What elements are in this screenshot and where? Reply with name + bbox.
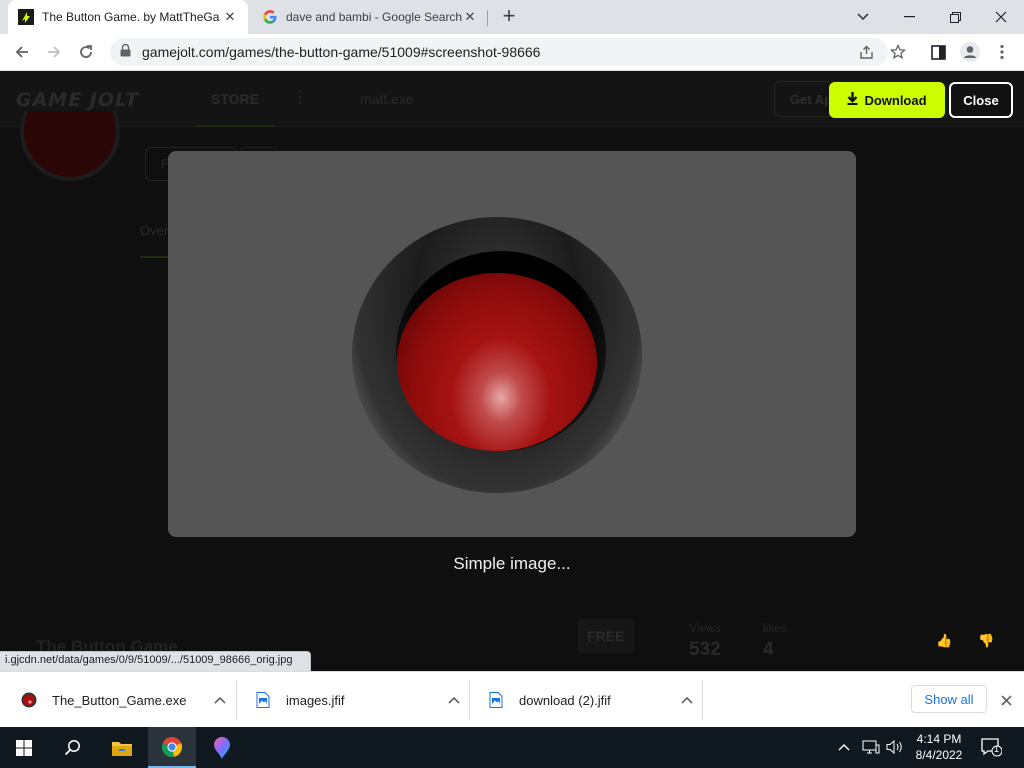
chevron-up-icon[interactable] [442,693,466,707]
site-search-input[interactable]: matt.exe [360,91,414,107]
red-button-app-icon [20,691,38,709]
url-text: gamejolt.com/games/the-button-game/51009… [142,44,541,60]
share-icon[interactable] [856,42,876,62]
volume-icon[interactable] [886,739,904,758]
address-bar[interactable]: gamejolt.com/games/the-button-game/51009… [110,38,888,66]
divider [236,680,237,720]
taskbar-search-icon[interactable] [48,727,96,768]
google-favicon-icon [262,9,278,25]
forward-arrow-icon[interactable] [42,40,66,64]
back-arrow-icon[interactable] [10,40,34,64]
clock-time: 4:14 PM [916,732,962,746]
chrome-taskbar-icon[interactable] [148,727,196,768]
close-tab-icon[interactable]: ✕ [222,9,238,25]
network-icon[interactable] [862,739,880,758]
browser-tab-strip: The Button Game. by MattTheGa ✕ dave and… [0,0,1024,34]
browser-menu-kebab-icon[interactable] [990,40,1014,64]
tab-google-search[interactable]: dave and bambi - Google Search ✕ [252,0,488,34]
views-value: 532 [689,639,721,660]
like-thumb-icon[interactable]: 👍 [936,633,952,649]
close-shelf-icon[interactable] [996,690,1016,710]
price-badge: FREE [578,619,634,653]
nav-store[interactable]: STORE [196,71,274,127]
divider [469,680,470,720]
dislike-thumb-icon[interactable]: 👎 [978,633,994,649]
windows-taskbar: 4:14 PM 8/4/2022 1 [0,727,1024,768]
gamejolt-favicon-icon [18,9,34,25]
gamejolt-logo[interactable]: GAME JOLT [16,89,139,111]
side-panel-icon[interactable] [926,40,950,64]
developer-avatar[interactable] [20,111,120,186]
link-status-bubble: i.gjcdn.net/data/games/0/9/51009/.../510… [0,651,312,671]
new-tab-button[interactable]: + [498,5,520,28]
tab-search-chevron-icon[interactable] [840,0,886,34]
download-button[interactable]: Download [829,82,945,118]
system-clock[interactable]: 4:14 PM 8/4/2022 [906,731,972,763]
clock-date: 8/4/2022 [915,748,963,762]
file-explorer-icon[interactable] [98,727,146,768]
download-item[interactable]: images.jfif [238,678,466,722]
tab-title: dave and bambi - Google Search [286,10,462,24]
screenshot-caption: Simple image... [453,554,571,573]
close-tab-icon[interactable]: ✕ [462,9,478,25]
image-file-icon [254,691,272,709]
minimize-window-button[interactable] [886,0,932,34]
profile-avatar-icon[interactable] [958,40,982,64]
likes-value: 4 [763,639,774,660]
image-file-icon [487,691,505,709]
lock-icon[interactable] [120,43,134,60]
gamejolt-page: GAME JOLT STORE ⋮ matt.exe Get App Follo… [0,71,1024,671]
download-button-label: Download [864,92,927,108]
likes-label: likes [763,621,788,635]
download-filename: images.jfif [286,692,345,708]
download-arrow-icon [847,92,858,108]
browser-toolbar: gamejolt.com/games/the-button-game/51009… [0,34,1024,71]
notification-count: 1 [994,744,1000,754]
download-filename: The_Button_Game.exe [52,692,187,708]
red-button [397,273,597,451]
more-menu-icon[interactable]: ⋮ [292,87,308,107]
screenshot-image[interactable] [168,151,856,537]
restore-window-button[interactable] [932,0,978,34]
paint-3d-icon[interactable] [198,727,246,768]
reload-icon[interactable] [74,40,98,64]
tray-chevron-up-icon[interactable] [838,739,850,754]
divider [702,680,703,720]
views-label: Views [689,621,721,635]
show-all-downloads-button[interactable]: Show all [911,685,987,713]
close-window-button[interactable] [978,0,1024,34]
tab-the-button-game[interactable]: The Button Game. by MattTheGa ✕ [8,0,248,34]
action-center-icon[interactable]: 1 [980,737,1004,759]
bookmark-star-icon[interactable] [886,40,910,64]
chevron-up-icon[interactable] [675,693,699,707]
download-item[interactable]: download (2).jfif [471,678,699,722]
windows-start-icon[interactable] [0,727,48,768]
close-lightbox-button[interactable]: Close [949,82,1013,118]
download-filename: download (2).jfif [519,692,611,708]
tab-title: The Button Game. by MattTheGa [42,10,220,24]
download-item[interactable]: The_Button_Game.exe [4,678,232,722]
chevron-up-icon[interactable] [208,693,232,707]
download-shelf: The_Button_Game.exe images.jfif download… [0,671,1024,727]
